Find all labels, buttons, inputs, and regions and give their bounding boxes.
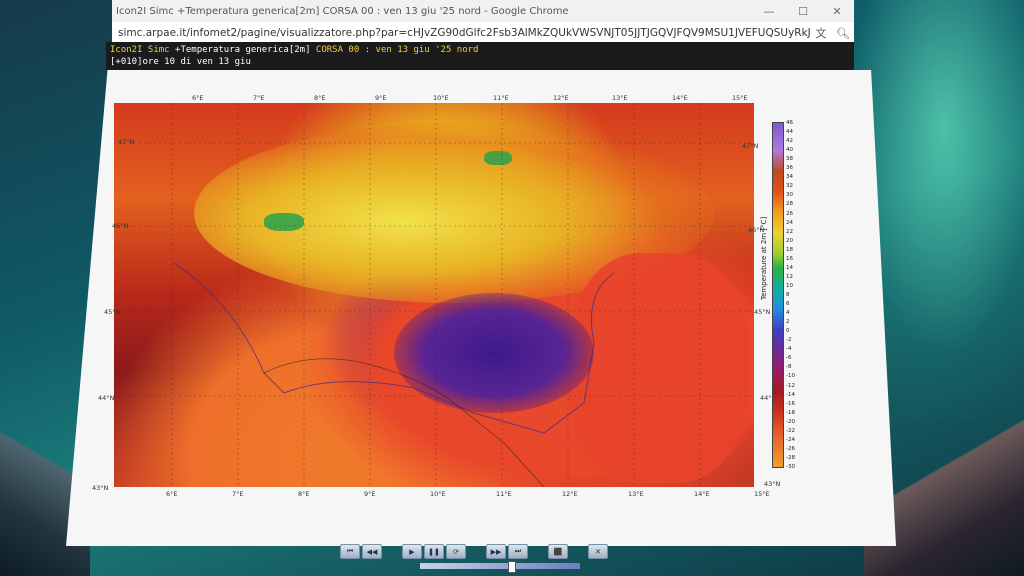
lon-tick-bottom: 6°E	[166, 490, 178, 498]
colorbar-label: -28	[786, 454, 795, 461]
colorbar-label: 6	[786, 301, 790, 308]
colorbar-label: 10	[786, 282, 793, 289]
colorbar-label: 32	[786, 183, 793, 190]
animation-toolbar: ⏮ ◀◀ ▶ ❚❚ ⟳ ▶▶ ⏭ ⬛ ✕	[340, 544, 608, 560]
lat-tick-left: 45°N	[104, 308, 121, 316]
lon-tick-bottom: 12°E	[562, 490, 578, 498]
colorbar-label: 30	[786, 192, 793, 199]
frame-slider-thumb[interactable]	[508, 561, 516, 573]
lon-tick-bottom: 11°E	[496, 490, 512, 498]
colorbar-label: 20	[786, 237, 793, 244]
lon-tick-bottom: 15°E	[754, 490, 770, 498]
lon-tick-bottom: 9°E	[364, 490, 376, 498]
colorbar-label: -8	[786, 364, 792, 371]
colorbar-label: 24	[786, 219, 793, 226]
colorbar-label: -14	[786, 391, 795, 398]
colorbar-label: 22	[786, 228, 793, 235]
colorbar-label: 16	[786, 255, 793, 262]
colorbar-label: 4	[786, 310, 790, 317]
lon-tick-bottom: 8°E	[298, 490, 310, 498]
colorbar-label: 46	[786, 120, 793, 126]
colorbar-label: -12	[786, 382, 795, 389]
colorbar-label: 34	[786, 174, 793, 181]
colorbar-label: -4	[786, 346, 792, 353]
colorbar-label: -16	[786, 400, 795, 407]
translate-icon[interactable]: 文	[810, 25, 832, 41]
forecast-time: [+010]ore 10 di ven 13 giu	[110, 57, 251, 67]
search-icon[interactable]: 🔍︎	[832, 27, 854, 40]
colorbar-label: -22	[786, 427, 795, 434]
colorbar-label: 2	[786, 319, 790, 326]
colorbar-label: -20	[786, 418, 795, 425]
model-name: Icon2I Simc	[110, 45, 170, 55]
lon-tick-bottom: 14°E	[694, 490, 710, 498]
colorbar-label: 44	[786, 129, 793, 136]
colorbar-label: 8	[786, 292, 790, 298]
colorbar-label: -24	[786, 436, 795, 443]
first-frame-button[interactable]: ⏮	[340, 544, 360, 559]
temperature-map[interactable]	[114, 103, 754, 487]
map-header: Icon2I Simc +Temperatura generica[2m] CO…	[106, 42, 854, 70]
colorbar-label: -10	[786, 373, 795, 380]
lon-tick-bottom: 7°E	[232, 490, 244, 498]
temperature-colorbar	[772, 122, 784, 468]
lat-tick-right: 45°N	[754, 308, 771, 316]
colorbar-label: 26	[786, 210, 793, 217]
lon-tick-top: 8°E	[314, 94, 326, 102]
rewind-button[interactable]: ◀◀	[362, 544, 382, 559]
colorbar-label: 14	[786, 264, 793, 271]
colorbar-label: 28	[786, 201, 793, 208]
colorbar-label: -26	[786, 445, 795, 452]
colorbar-label: -30	[786, 464, 795, 470]
lon-tick-bottom: 13°E	[628, 490, 644, 498]
lon-tick-top: 15°E	[732, 94, 748, 102]
colorbar-label: -6	[786, 355, 792, 362]
lon-tick-top: 10°E	[433, 94, 449, 102]
play-button[interactable]: ▶	[402, 544, 422, 559]
colorbar-label: 42	[786, 138, 793, 145]
close-button[interactable]: ✕	[820, 5, 854, 18]
minimize-button[interactable]: —	[752, 5, 786, 18]
lon-tick-top: 9°E	[375, 94, 387, 102]
lon-tick-top: 7°E	[253, 94, 265, 102]
map-grid	[114, 103, 754, 487]
colorbar-label: 38	[786, 156, 793, 163]
url-text[interactable]: simc.arpae.it/infomet2/pagine/visualizza…	[118, 27, 810, 39]
close-animation-button[interactable]: ✕	[588, 544, 608, 559]
loop-button[interactable]: ⟳	[446, 544, 466, 559]
last-frame-button[interactable]: ⏭	[508, 544, 528, 559]
lat-tick-left: 44°N	[98, 394, 115, 402]
window-title: Icon2I Simc +Temperatura generica[2m] CO…	[116, 5, 569, 17]
lon-tick-top: 6°E	[192, 94, 204, 102]
maximize-button[interactable]: ☐	[786, 5, 820, 18]
lat-tick-left: 46°N	[112, 222, 129, 230]
lon-tick-top: 14°E	[672, 94, 688, 102]
frame-slider[interactable]	[420, 563, 580, 569]
lon-tick-top: 12°E	[553, 94, 569, 102]
save-button[interactable]: ⬛	[548, 544, 568, 559]
colorbar-label: 12	[786, 273, 793, 280]
pause-button[interactable]: ❚❚	[424, 544, 444, 559]
colorbar-label: 40	[786, 147, 793, 154]
colorbar-label: 18	[786, 246, 793, 253]
colorbar-label: -18	[786, 409, 795, 416]
lat-tick-left: 43°N	[92, 484, 109, 492]
lon-tick-top: 13°E	[612, 94, 628, 102]
colorbar-label: 0	[786, 328, 790, 335]
lon-tick-top: 11°E	[493, 94, 509, 102]
lon-tick-bottom: 10°E	[430, 490, 446, 498]
address-bar[interactable]: simc.arpae.it/infomet2/pagine/visualizza…	[112, 22, 854, 44]
lat-tick-right: 47°N	[742, 142, 759, 150]
lat-tick-right: 43°N	[764, 480, 781, 488]
run-info: CORSA 00 : ven 13 giu '25 nord	[315, 45, 479, 55]
colorbar-label: -2	[786, 337, 792, 344]
parameter-name: +Temperatura generica[2m]	[175, 45, 311, 55]
colorbar-label: 36	[786, 165, 793, 172]
lat-tick-left: 47°N	[118, 138, 135, 146]
browser-titlebar: Icon2I Simc +Temperatura generica[2m] CO…	[112, 0, 854, 22]
forward-button[interactable]: ▶▶	[486, 544, 506, 559]
colorbar-title: Temperature at 2m [°C]	[760, 216, 768, 300]
